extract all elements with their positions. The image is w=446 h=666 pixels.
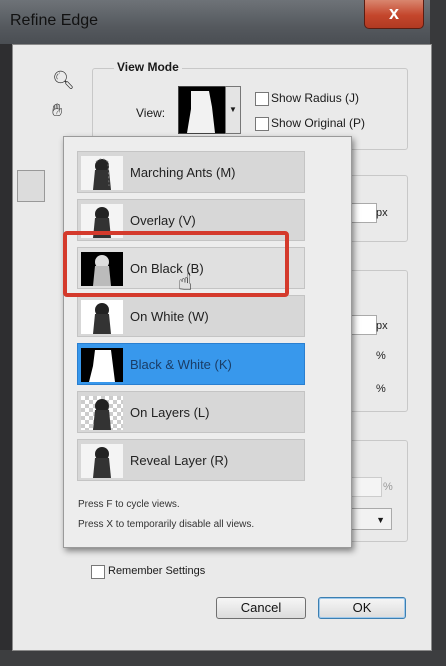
zoom-tool-icon[interactable]: 🔍︎ xyxy=(52,70,75,91)
show-radius-label: Show Radius (J) xyxy=(271,91,360,105)
on-white-thumb xyxy=(81,300,123,334)
view-dropdown-arrow[interactable]: ▼ xyxy=(225,86,241,134)
close-icon: x xyxy=(388,3,399,23)
feather-unit: px xyxy=(376,320,388,332)
view-item-label: Black & White (K) xyxy=(130,357,232,372)
show-original-checkbox[interactable] xyxy=(255,117,269,131)
amount-unit: % xyxy=(383,481,393,493)
view-item-label: On Layers (L) xyxy=(130,405,210,420)
view-mode-dropdown: Marching Ants (M) Overlay (V) On Black (… xyxy=(63,136,352,548)
amount-input[interactable] xyxy=(350,477,382,497)
view-item-on-layers[interactable]: On Layers (L) xyxy=(77,391,305,433)
view-item-reveal-layer[interactable]: Reveal Layer (R) xyxy=(77,439,305,481)
hand-cursor-icon: ☝︎ xyxy=(178,269,193,296)
view-item-label: Reveal Layer (R) xyxy=(130,453,229,468)
disable-views-hint: Press X to temporarily disable all views… xyxy=(78,519,255,530)
view-mode-title: View Mode xyxy=(114,60,182,74)
view-item-label: Overlay (V) xyxy=(130,213,196,228)
refine-radius-tool-icon[interactable] xyxy=(17,170,45,202)
ok-button[interactable]: OK xyxy=(318,597,406,619)
highlight-annotation xyxy=(63,231,289,297)
background-edge xyxy=(430,0,446,666)
view-item-on-white[interactable]: On White (W) xyxy=(77,295,305,337)
on-layers-thumb xyxy=(81,396,123,430)
radius-unit: px xyxy=(376,207,388,219)
show-radius-checkbox[interactable] xyxy=(255,92,269,106)
shift-edge-unit: % xyxy=(376,383,386,395)
hand-tool-icon[interactable]: ✋︎ xyxy=(52,100,62,121)
view-label: View: xyxy=(136,106,166,120)
view-thumbnail[interactable] xyxy=(178,86,226,134)
show-original-label: Show Original (P) xyxy=(271,116,366,130)
black-white-thumb xyxy=(81,348,123,382)
reveal-layer-thumb xyxy=(81,444,123,478)
contrast-unit: % xyxy=(376,350,386,362)
output-to-select[interactable]: ▼ xyxy=(350,508,392,530)
window-title: Refine Edge xyxy=(10,12,99,29)
view-item-label: Marching Ants (M) xyxy=(130,165,236,180)
view-item-black-white[interactable]: Black & White (K) xyxy=(77,343,305,385)
taskbar-edge xyxy=(0,650,446,666)
close-button[interactable]: x xyxy=(364,0,424,29)
marching-ants-thumb xyxy=(81,156,123,190)
cancel-button[interactable]: Cancel xyxy=(216,597,306,619)
remember-settings-checkbox[interactable] xyxy=(91,565,105,579)
view-item-marching-ants[interactable]: Marching Ants (M) xyxy=(77,151,305,193)
cycle-views-hint: Press F to cycle views. xyxy=(78,499,180,510)
remember-settings-label: Remember Settings xyxy=(108,565,206,577)
view-item-label: On White (W) xyxy=(130,309,209,324)
